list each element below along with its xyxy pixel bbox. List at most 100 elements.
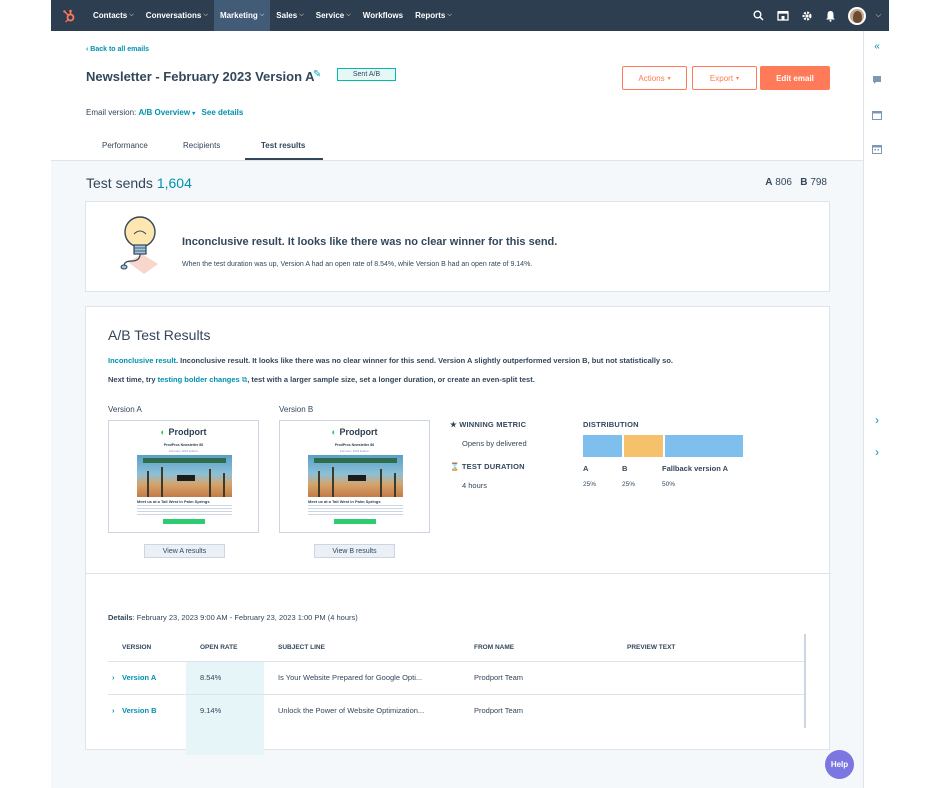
edit-email-button[interactable]: Edit email — [760, 66, 830, 90]
view-a-results-button[interactable]: View A results — [144, 544, 225, 558]
suggestion-prefix: Next time, try — [108, 375, 156, 384]
prodport-logo: ◐ Prodport — [109, 427, 258, 437]
gear-icon[interactable] — [800, 9, 814, 23]
prodport-logo: ◐ Prodport — [280, 427, 429, 437]
palm-tree — [209, 469, 211, 497]
calendar-icon[interactable] — [870, 142, 884, 156]
test-duration-heading: ⌛ TEST DURATION — [450, 462, 525, 471]
version-a-preview[interactable]: ◐ Prodport ProdPros Newsletter 86 Februa… — [108, 420, 259, 533]
distribution-label-a: A — [583, 464, 589, 473]
preview-cta-button — [163, 519, 205, 524]
avatar[interactable] — [847, 6, 866, 25]
expand-chevron-icon[interactable]: › — [112, 673, 115, 682]
bell-icon[interactable] — [824, 9, 838, 23]
preview-edition: February 2023 Edition — [339, 449, 370, 453]
subject-line-cell: Unlock the Power of Website Optimization… — [278, 706, 425, 715]
chevron-down-icon: ⌵ — [346, 12, 351, 18]
details-value: February 23, 2023 9:00 AM - February 23,… — [136, 613, 358, 622]
chat-icon[interactable] — [870, 73, 884, 87]
preview-hero-image — [137, 455, 232, 497]
nav-contacts[interactable]: Contacts ⌵ — [87, 0, 140, 31]
details-label: Details — [108, 613, 133, 622]
nav-marketing[interactable]: Marketing ⌵ — [213, 0, 271, 31]
inconclusive-title: Inconclusive result. It looks like there… — [182, 236, 558, 248]
email-version-dropdown[interactable]: A/B Overview — [138, 108, 190, 117]
search-icon[interactable] — [752, 9, 766, 23]
actions-button[interactable]: Actions ▾ — [622, 66, 687, 90]
nav-label: Service — [315, 11, 345, 20]
version-b-letter: B — [800, 177, 808, 188]
distribution-segment-b — [624, 435, 663, 457]
back-to-all-emails-link[interactable]: ‹ Back to all emails — [86, 46, 149, 53]
view-b-results-button[interactable]: View B results — [314, 544, 395, 558]
chevron-right-icon[interactable]: › — [870, 445, 884, 459]
chevron-down-icon: ⌵ — [129, 12, 134, 18]
table-header-preview-text[interactable]: PREVIEW TEXT — [627, 644, 675, 651]
distribution-percent-a: 25% — [583, 481, 597, 488]
hero-banner — [314, 458, 397, 463]
preview-brand: Prodport — [339, 427, 378, 437]
palm-tree — [161, 467, 163, 497]
distribution-segment-a — [583, 435, 622, 457]
nav-label: Reports — [415, 11, 446, 20]
actions-label: Actions — [638, 73, 665, 83]
version-a-link[interactable]: Version A — [122, 673, 156, 682]
nav-workflows[interactable]: Workflows — [357, 0, 409, 31]
chevron-down-icon[interactable]: ⌵ — [876, 12, 881, 20]
winning-metric-value: Opens by delivered — [462, 439, 527, 448]
test-sends-label: Test sends — [86, 175, 153, 191]
open-rate-cell: 9.14% — [200, 706, 222, 715]
tab-test-results[interactable]: Test results — [245, 137, 323, 161]
help-button[interactable]: Help — [825, 750, 854, 779]
see-details-link[interactable]: See details — [202, 108, 244, 117]
nav-service[interactable]: Service ⌵ — [310, 0, 357, 31]
app-page: Contacts ⌵ Conversations ⌵ Marketing ⌵ Sale… — [51, 0, 889, 788]
hero-banner — [143, 458, 226, 463]
nav-conversations[interactable]: Conversations ⌵ — [140, 0, 214, 31]
palm-tree — [332, 467, 334, 497]
table-header-version[interactable]: VERSION — [122, 644, 151, 651]
table-header-open-rate[interactable]: OPEN RATE — [200, 644, 237, 651]
double-chevron-left-icon[interactable]: « — [870, 39, 884, 53]
ab-results-suggestion: Next time, try testing bolder changes ⧉,… — [108, 375, 535, 385]
version-b-link[interactable]: Version B — [122, 706, 157, 715]
version-b-preview[interactable]: ◐ Prodport ProdPros Newsletter 86 Februa… — [279, 420, 430, 533]
marketplace-icon[interactable] — [776, 9, 790, 23]
nav-label: Marketing — [219, 11, 258, 20]
table-scrollbar[interactable] — [804, 634, 806, 728]
version-b-count: 798 — [810, 177, 827, 188]
window-icon[interactable] — [870, 108, 884, 122]
hubspot-logo-icon[interactable] — [51, 0, 87, 31]
version-a-letter: A — [765, 177, 773, 188]
version-b-label: Version B — [279, 405, 314, 414]
tab-performance[interactable]: Performance — [86, 137, 167, 161]
pencil-icon[interactable]: ✎ — [313, 69, 321, 80]
page-title: Newsletter - February 2023 Version A — [86, 69, 315, 84]
palm-tree — [147, 471, 149, 497]
tab-bar: Performance Recipients Test results — [86, 137, 323, 161]
table-row: › Version A 8.54% Is Your Website Prepar… — [108, 661, 806, 694]
nav-reports[interactable]: Reports ⌵ — [409, 0, 458, 31]
preview-cta-button — [334, 519, 376, 524]
table-header-subject-line[interactable]: SUBJECT LINE — [278, 644, 325, 651]
section-divider — [86, 573, 831, 574]
logo-mark-icon: ◐ — [160, 427, 166, 437]
test-details: Details: February 23, 2023 9:00 AM - Feb… — [108, 613, 358, 622]
palm-tree — [318, 471, 320, 497]
expand-chevron-icon[interactable]: › — [112, 706, 115, 715]
email-header: ‹ Back to all emails Newsletter - Februa… — [51, 31, 863, 161]
testing-bolder-changes-link[interactable]: testing bolder changes — [158, 375, 240, 384]
ab-test-results-card: A/B Test Results Inconclusive result. In… — [85, 306, 831, 755]
chevron-right-icon[interactable]: › — [870, 413, 884, 427]
nav-sales[interactable]: Sales ⌵ — [270, 0, 309, 31]
export-button[interactable]: Export ▾ — [692, 66, 757, 90]
version-a-label: Version A — [108, 405, 142, 414]
palm-tree — [223, 473, 225, 497]
table-header-from-name[interactable]: FROM NAME — [474, 644, 514, 651]
tab-recipients[interactable]: Recipients — [167, 137, 245, 161]
preview-newsletter-name: ProdPros Newsletter 86 — [334, 443, 375, 447]
test-sends-heading: Test sends 1,604 — [86, 175, 192, 191]
inconclusive-result-link[interactable]: Inconclusive result — [108, 356, 176, 365]
inconclusive-description: When the test duration was up, Version A… — [182, 261, 533, 268]
caret-down-icon[interactable]: ▾ — [192, 111, 195, 117]
